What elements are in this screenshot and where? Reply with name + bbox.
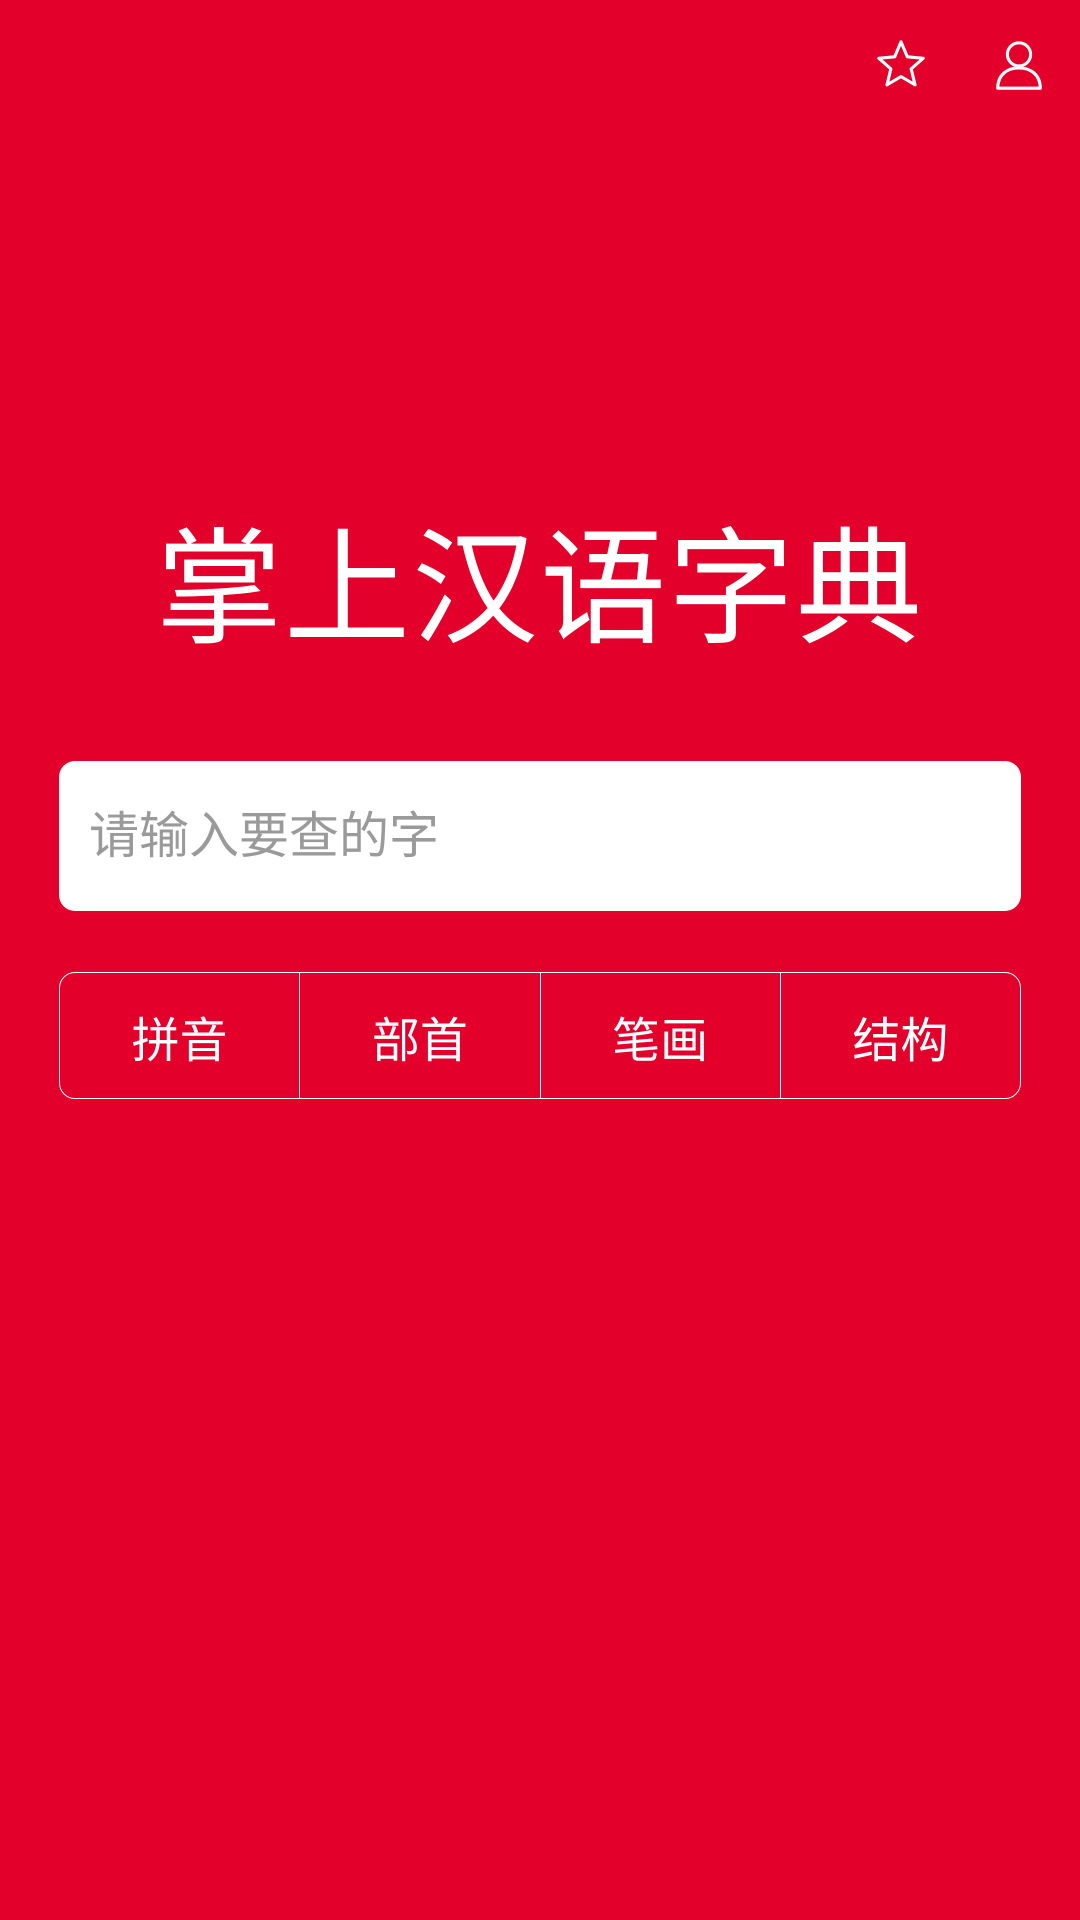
tab-stroke[interactable]: 笔画: [541, 973, 781, 1098]
user-icon: [996, 41, 1042, 90]
tab-structure[interactable]: 结构: [781, 973, 1020, 1098]
tab-radical[interactable]: 部首: [300, 973, 541, 1098]
lookup-mode-tabs: 拼音 部首 笔画 结构: [59, 972, 1021, 1099]
favorites-button[interactable]: [870, 34, 932, 96]
tab-pinyin[interactable]: 拼音: [60, 973, 301, 1098]
search-input[interactable]: [89, 761, 1021, 911]
top-bar: [870, 34, 1050, 96]
app-title: 掌上汉语字典: [156, 516, 924, 663]
star-icon: [877, 40, 925, 87]
search-box[interactable]: [59, 761, 1021, 911]
profile-button[interactable]: [988, 34, 1050, 96]
